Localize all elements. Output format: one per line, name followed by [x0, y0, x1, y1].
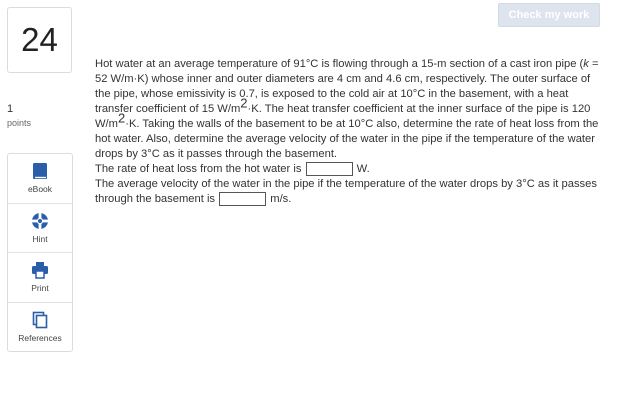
hint-label: Hint — [32, 233, 48, 244]
question-content: Hot water at an average temperature of 9… — [95, 57, 607, 207]
answer-2-prompt: The average velocity of the water in the… — [95, 178, 597, 205]
print-label: Print — [31, 283, 49, 294]
check-my-work-button[interactable]: Check my work — [498, 3, 600, 27]
references-button[interactable]: References — [8, 303, 72, 353]
answer-1-prompt: The rate of heat loss from the hot water… — [95, 163, 302, 175]
heat-loss-input[interactable] — [305, 162, 353, 177]
velocity-input[interactable] — [219, 192, 267, 207]
answer-1-row: The rate of heat loss from the hot water… — [95, 162, 607, 177]
problem-statement: Hot water at an average temperature of 9… — [95, 58, 599, 160]
hint-button[interactable]: Hint — [8, 204, 72, 253]
tools-panel: eBook Hint Print References — [7, 153, 73, 352]
print-button[interactable]: Print — [8, 253, 72, 303]
points-value: 1 — [7, 103, 14, 115]
ebook-label: eBook — [27, 184, 53, 195]
book-icon — [32, 162, 48, 180]
references-label: References — [18, 333, 62, 344]
answer-1-unit: W. — [356, 163, 370, 175]
ebook-button[interactable]: eBook — [8, 154, 72, 204]
answer-2-row: The average velocity of the water in the… — [95, 177, 607, 207]
question-number: 24 — [7, 7, 72, 73]
references-icon — [32, 311, 48, 329]
answer-2-unit: m/s. — [270, 193, 292, 205]
print-icon — [31, 261, 49, 279]
points-label: points — [7, 118, 32, 128]
hint-icon — [31, 212, 49, 230]
